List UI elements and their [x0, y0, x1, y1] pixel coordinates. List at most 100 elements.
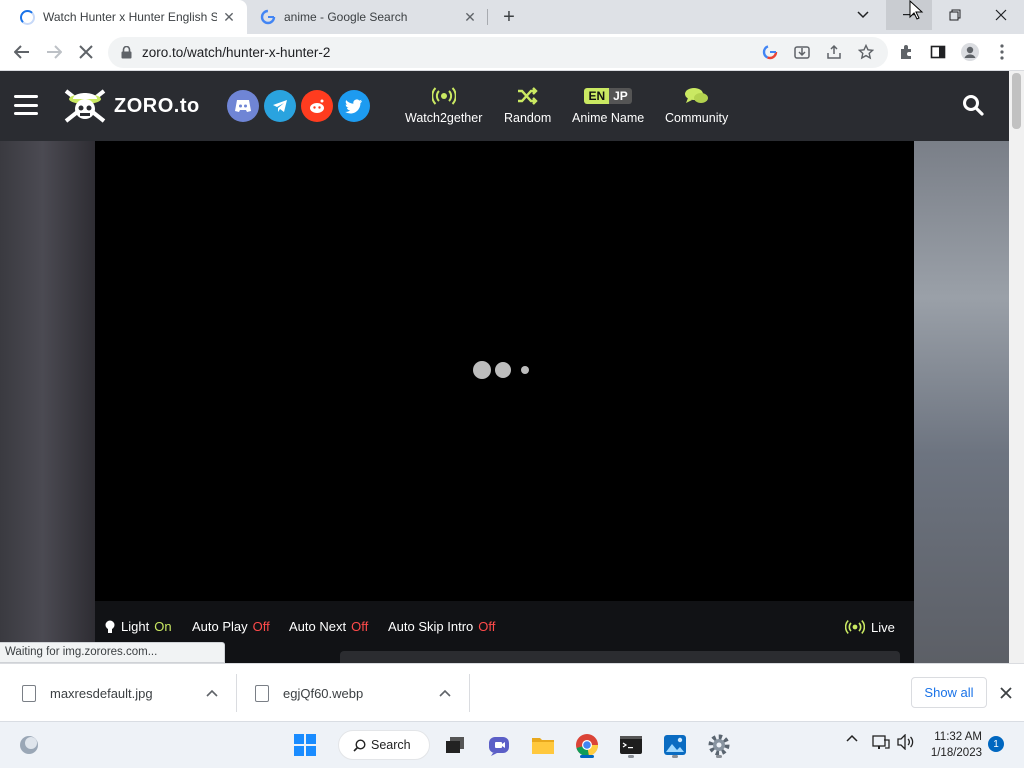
- chrome-taskbar-icon[interactable]: [572, 730, 602, 760]
- loading-dots-icon: [473, 361, 529, 379]
- show-all-downloads-button[interactable]: Show all: [911, 677, 987, 708]
- teams-chat-icon[interactable]: [484, 730, 514, 760]
- image-file-icon: [22, 684, 36, 702]
- web-page: ZORO.to Watch2gether Random EN JP Anime …: [0, 71, 1009, 663]
- scrollbar-thumb[interactable]: [1012, 73, 1021, 129]
- clock-date: 1/18/2023: [930, 747, 982, 759]
- lang-en[interactable]: EN: [584, 88, 610, 104]
- download-divider: [236, 674, 237, 712]
- windows-start-icon[interactable]: [290, 730, 320, 760]
- running-app-indicator: [628, 755, 634, 758]
- restore-button[interactable]: [932, 0, 978, 30]
- status-bubble: Waiting for img.zorores.com...: [0, 642, 225, 663]
- show-hidden-icons-chevron-icon[interactable]: [846, 734, 858, 742]
- clock-time: 11:32 AM: [934, 731, 982, 743]
- reddit-icon[interactable]: [301, 90, 333, 122]
- nav-label: Community: [665, 111, 729, 125]
- lock-icon[interactable]: [120, 46, 132, 60]
- tab-search-chevron-icon[interactable]: [840, 0, 886, 30]
- chevron-up-icon[interactable]: [439, 686, 451, 700]
- autoplay-value: Off: [252, 619, 270, 634]
- extensions-icon[interactable]: [892, 38, 920, 66]
- stop-loading-button[interactable]: [72, 38, 100, 66]
- search-icon: [353, 738, 366, 752]
- back-button[interactable]: [8, 38, 36, 66]
- url-text: zoro.to/watch/hunter-x-hunter-2: [142, 45, 331, 60]
- running-app-indicator: [672, 755, 678, 758]
- site-logo[interactable]: ZORO.to: [62, 85, 200, 127]
- video-player[interactable]: [95, 141, 914, 601]
- autonext-toggle[interactable]: Auto Next Off: [289, 619, 368, 634]
- nav-label: Random: [504, 111, 552, 125]
- nav-community[interactable]: Community: [665, 85, 728, 125]
- side-panel-icon[interactable]: [924, 38, 952, 66]
- download-filename: maxresdefault.jpg: [50, 685, 153, 701]
- google-lens-icon[interactable]: [756, 38, 784, 66]
- site-header: ZORO.to Watch2gether Random EN JP Anime …: [0, 71, 1009, 141]
- browser-toolbar: zoro.to/watch/hunter-x-hunter-2: [0, 34, 1024, 71]
- download-divider: [469, 674, 470, 712]
- logo-text: ZORO.to: [114, 94, 200, 117]
- share-icon[interactable]: [820, 38, 848, 66]
- profile-avatar-icon[interactable]: [956, 38, 984, 66]
- volume-icon[interactable]: [897, 734, 915, 750]
- download-bar: maxresdefault.jpg egjQf60.webp Show all: [0, 663, 1024, 721]
- download-item[interactable]: egjQf60.webp: [255, 664, 465, 722]
- autoskip-intro-toggle[interactable]: Auto Skip Intro Off: [388, 619, 495, 634]
- install-app-icon[interactable]: [788, 38, 816, 66]
- network-icon[interactable]: [872, 734, 890, 750]
- page-scrollbar[interactable]: [1009, 71, 1024, 663]
- lang-jp[interactable]: JP: [609, 88, 632, 104]
- nav-random[interactable]: Random: [504, 85, 551, 125]
- autonext-label: Auto Next: [289, 619, 347, 634]
- mouse-cursor-icon: [909, 0, 924, 20]
- notification-badge[interactable]: 1: [988, 736, 1004, 752]
- tab-title: Watch Hunter x Hunter English S: [43, 10, 217, 24]
- background-art-right: [914, 141, 1009, 663]
- discord-icon[interactable]: [227, 90, 259, 122]
- settings-gear-icon[interactable]: [704, 730, 734, 760]
- download-item[interactable]: maxresdefault.jpg: [22, 664, 232, 722]
- autoplay-toggle[interactable]: Auto Play Off: [192, 619, 270, 634]
- new-tab-button[interactable]: +: [496, 4, 522, 30]
- file-explorer-icon[interactable]: [528, 730, 558, 760]
- chevron-up-icon[interactable]: [206, 686, 218, 700]
- site-search-icon[interactable]: [962, 94, 984, 121]
- tab-watch-hunter[interactable]: Watch Hunter x Hunter English S ✕: [0, 0, 247, 34]
- widgets-weather-icon[interactable]: [14, 730, 44, 760]
- tab-divider: [487, 9, 488, 25]
- tab-google-search[interactable]: anime - Google Search ✕: [248, 0, 488, 34]
- nav-label: Anime Name: [572, 111, 645, 125]
- autoskip-label: Auto Skip Intro: [388, 619, 474, 634]
- system-clock[interactable]: 11:32 AM 1/18/2023: [922, 729, 982, 761]
- twitter-icon[interactable]: [338, 90, 370, 122]
- hamburger-menu-icon[interactable]: [14, 95, 38, 115]
- close-window-button[interactable]: [978, 0, 1024, 30]
- terminal-icon[interactable]: [616, 730, 646, 760]
- straw-hat-logo-icon: [64, 89, 106, 123]
- task-view-icon[interactable]: [440, 730, 470, 760]
- download-filename: egjQf60.webp: [283, 685, 364, 701]
- forward-button[interactable]: [40, 38, 68, 66]
- photos-icon[interactable]: [660, 730, 690, 760]
- language-toggle[interactable]: EN JP: [584, 85, 632, 107]
- taskbar-search[interactable]: Search: [338, 730, 430, 760]
- close-tab-icon[interactable]: ✕: [458, 5, 482, 29]
- live-button[interactable]: Live: [845, 619, 895, 635]
- image-file-icon: [255, 684, 269, 702]
- chrome-menu-icon[interactable]: [988, 38, 1016, 66]
- close-tab-icon[interactable]: ✕: [217, 5, 241, 29]
- windows-taskbar: Search 11:32 AM 1/18/2023 1: [0, 721, 1024, 768]
- light-toggle[interactable]: Light On: [105, 619, 172, 634]
- live-broadcast-icon: [845, 619, 865, 635]
- close-download-bar-icon[interactable]: [996, 683, 1016, 703]
- nav-watch2gether[interactable]: Watch2gether: [405, 85, 482, 125]
- shuffle-icon: [517, 85, 539, 107]
- tab-title: anime - Google Search: [284, 10, 408, 24]
- nav-anime-name[interactable]: EN JP Anime Name: [572, 85, 644, 125]
- bookmark-star-icon[interactable]: [852, 38, 880, 66]
- light-label: Light: [121, 619, 150, 634]
- live-label: Live: [871, 619, 895, 635]
- telegram-icon[interactable]: [264, 90, 296, 122]
- autonext-value: Off: [351, 619, 369, 634]
